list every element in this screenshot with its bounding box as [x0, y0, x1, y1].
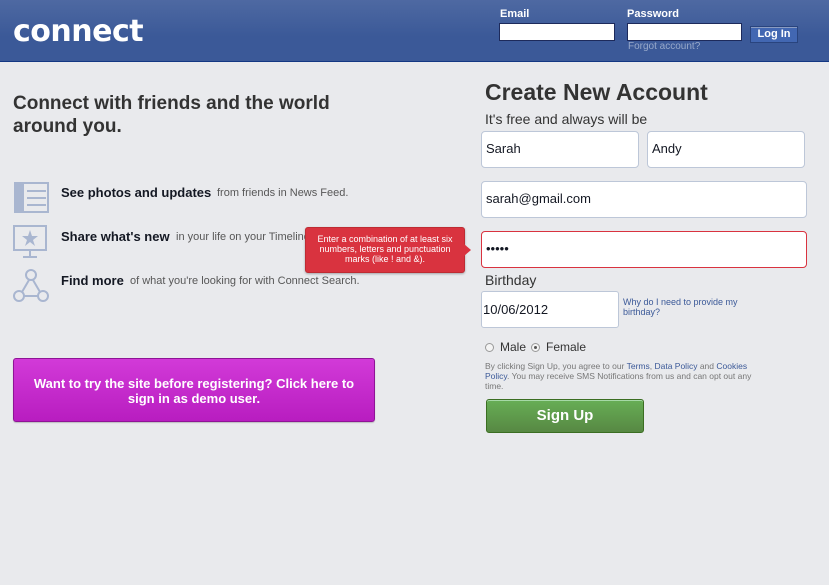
feature-title: Find more [61, 273, 124, 288]
gender-female-option[interactable]: Female [531, 340, 586, 354]
birthday-date-input[interactable]: 10/06/2012 [481, 291, 619, 328]
terms-prefix: By clicking Sign Up, you agree to our [485, 361, 627, 371]
female-label: Female [546, 340, 587, 354]
news-feed-icon [14, 182, 49, 213]
login-button[interactable]: Log In [750, 26, 798, 43]
email-input[interactable]: sarah@gmail.com [481, 181, 807, 218]
male-label: Male [500, 340, 527, 354]
feature-title: See photos and updates [61, 185, 212, 200]
create-account-title: Create New Account [485, 79, 708, 105]
first-name-input[interactable]: Sarah [481, 131, 639, 168]
search-graph-icon [13, 269, 49, 302]
password-label: Password [627, 8, 679, 20]
top-bar: connect Email Password Log In Forgot acc… [0, 0, 829, 62]
female-radio[interactable] [531, 342, 540, 352]
timeline-icon [13, 225, 47, 258]
male-radio[interactable] [485, 342, 494, 352]
password-input[interactable]: ••••• [481, 231, 807, 268]
feature-search: Find more of what you're looking for wit… [13, 269, 473, 303]
forgot-account-link[interactable]: Forgot account? [628, 41, 700, 52]
create-account-subtitle: It's free and always will be [485, 111, 648, 127]
feature-description: from friends in News Feed. [217, 187, 349, 199]
terms-link[interactable]: Terms [627, 361, 650, 371]
why-birthday-link[interactable]: Why do I need to provide my birthday? [623, 297, 753, 317]
terms-and: and [697, 361, 717, 371]
password-error-tooltip: Enter a combination of at least six numb… [305, 227, 471, 273]
feature-news-feed: See photos and updates from friends in N… [13, 181, 473, 215]
sign-up-button[interactable]: Sign Up [486, 399, 644, 433]
login-password-input[interactable] [627, 23, 742, 41]
email-label: Email [500, 8, 530, 20]
tagline: Connect with friends and the world aroun… [13, 93, 330, 137]
terms-suffix: . You may receive SMS Notifications from… [485, 371, 752, 391]
feature-description: of what you're looking for with Connect … [130, 275, 360, 287]
last-name-input[interactable]: Andy [647, 131, 805, 168]
gender-male-option[interactable]: Male [485, 340, 526, 354]
terms-text: By clicking Sign Up, you agree to our Te… [485, 361, 770, 391]
birthday-label: Birthday [485, 272, 537, 288]
feature-description: in your life on your Timeline. [176, 231, 313, 243]
data-policy-link[interactable]: Data Policy [654, 361, 697, 371]
site-logo[interactable]: connect [13, 14, 144, 49]
feature-title: Share what's new [61, 229, 170, 244]
demo-user-button[interactable]: Want to try the site before registering?… [13, 358, 375, 422]
login-email-input[interactable] [499, 23, 615, 41]
